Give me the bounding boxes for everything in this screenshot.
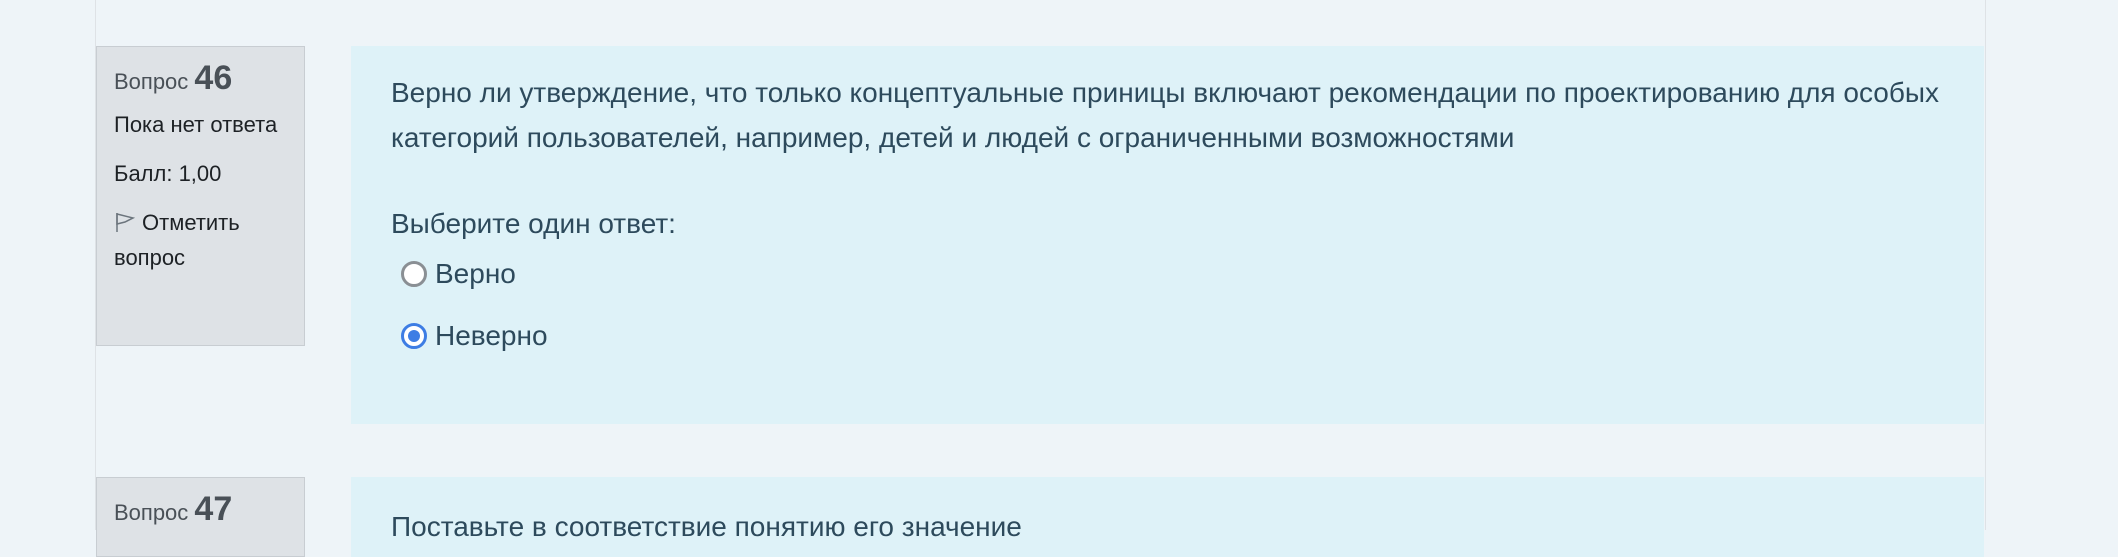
question-content-46: Верно ли утверждение, что только концепт… <box>351 46 1984 424</box>
answer-option-true[interactable]: Верно <box>401 258 1944 290</box>
question-number-value: 47 <box>194 490 233 528</box>
question-grade: Балл: 1,00 <box>114 161 222 186</box>
question-info-47: Вопрос 47 <box>96 477 305 557</box>
question-content-47: Поставьте в соответствие понятию его зна… <box>351 477 1984 557</box>
question-label: Вопрос <box>114 500 189 525</box>
question-text: Поставьте в соответствие понятию его зна… <box>391 511 1022 542</box>
flag-question-link[interactable]: Отметить вопрос <box>114 205 287 275</box>
flag-icon <box>114 208 136 232</box>
question-info-46: Вопрос 46 Пока нет ответа Балл: 1,00 Отм… <box>96 46 305 346</box>
question-number-value: 46 <box>194 59 233 97</box>
question-text: Верно ли утверждение, что только концепт… <box>391 77 1939 153</box>
answer-label-true: Верно <box>435 258 516 289</box>
answer-prompt: Выберите один ответ: <box>391 208 676 239</box>
answer-label-false: Неверно <box>435 320 548 351</box>
question-number: Вопрос 46 <box>114 61 287 99</box>
question-state: Пока нет ответа <box>114 112 278 137</box>
radio-false-selected[interactable] <box>401 323 427 349</box>
question-label: Вопрос <box>114 69 189 94</box>
answer-option-false[interactable]: Неверно <box>401 320 1944 352</box>
question-number: Вопрос 47 <box>114 492 287 530</box>
radio-true[interactable] <box>401 261 427 287</box>
